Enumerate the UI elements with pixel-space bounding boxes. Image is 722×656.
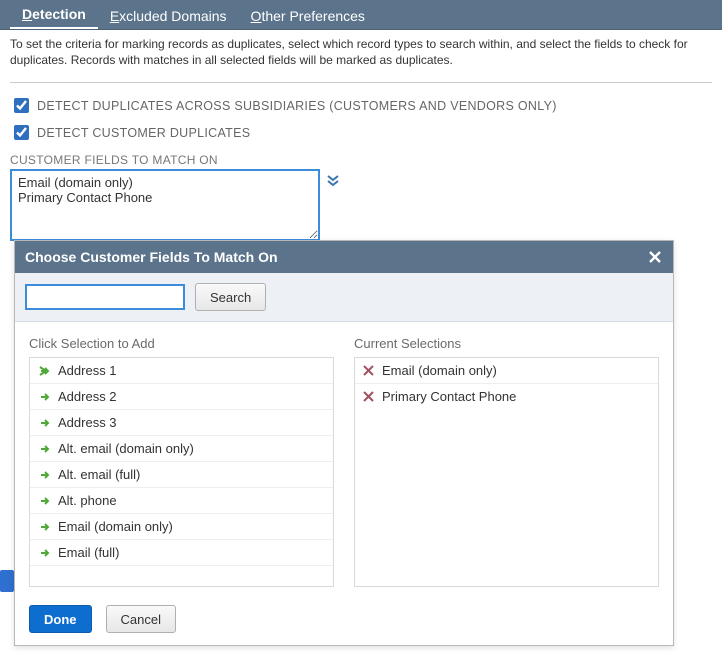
divider [10, 82, 712, 83]
list-item[interactable]: Address 2 [30, 384, 333, 410]
list-item-label: Alt. email (full) [58, 467, 140, 482]
selected-header: Current Selections [354, 336, 659, 351]
arrow-right-icon [38, 495, 50, 507]
available-list-scroll[interactable]: Address 1 Address 2 Address 3 Alt. email… [30, 358, 333, 586]
done-button[interactable]: Done [29, 605, 92, 633]
list-item-label: Address 1 [58, 363, 117, 378]
list-item[interactable]: Alt. email (domain only) [30, 436, 333, 462]
search-input[interactable] [25, 284, 185, 310]
list-item-label: Alt. email (domain only) [58, 441, 194, 456]
match-fields-textarea[interactable]: Email (domain only) Primary Contact Phon… [10, 169, 320, 241]
available-header: Click Selection to Add [29, 336, 334, 351]
list-item[interactable]: Primary Contact Phone [355, 384, 658, 409]
cancel-button[interactable]: Cancel [106, 605, 176, 633]
detect-customer-checkbox[interactable] [14, 125, 29, 140]
description-text: To set the criteria for marking records … [0, 30, 722, 70]
choose-fields-modal: Choose Customer Fields To Match On Searc… [14, 240, 674, 646]
match-on-label: CUSTOMER FIELDS TO MATCH ON [0, 147, 722, 169]
detect-subsidiaries-checkbox[interactable] [14, 98, 29, 113]
search-button[interactable]: Search [195, 283, 266, 311]
arrow-right-icon [38, 391, 50, 403]
available-list: Address 1 Address 2 Address 3 Alt. email… [29, 357, 334, 587]
expand-chevrons-icon[interactable] [326, 173, 340, 187]
arrow-right-icon [38, 443, 50, 455]
remove-x-icon [363, 391, 374, 402]
list-item[interactable]: Alt. phone [30, 488, 333, 514]
arrow-right-icon [38, 521, 50, 533]
tab-bar: Detection Excluded Domains Other Prefere… [0, 0, 722, 30]
close-icon[interactable] [647, 249, 663, 265]
list-item[interactable]: Email (domain only) [355, 358, 658, 384]
list-item-label: Alt. phone [58, 493, 117, 508]
list-item[interactable]: Address 1 [30, 358, 333, 384]
list-item-label: Address 3 [58, 415, 117, 430]
list-item-label: Email (domain only) [382, 363, 497, 378]
tab-excluded-domains[interactable]: Excluded Domains [98, 2, 239, 29]
left-edge-handle[interactable] [0, 570, 14, 592]
arrow-right-icon [38, 547, 50, 559]
list-item[interactable] [30, 566, 333, 584]
list-item-label: Email (full) [58, 545, 119, 560]
tab-detection[interactable]: Detection [10, 0, 98, 29]
list-item[interactable]: Email (full) [30, 540, 333, 566]
list-item-label: Address 2 [58, 389, 117, 404]
list-item[interactable]: Email (domain only) [30, 514, 333, 540]
detect-customer-label: DETECT CUSTOMER DUPLICATES [37, 126, 250, 140]
list-item-label: Email (domain only) [58, 519, 173, 534]
list-item[interactable]: Address 3 [30, 410, 333, 436]
remove-x-icon [363, 365, 374, 376]
list-item[interactable]: Alt. email (full) [30, 462, 333, 488]
tab-other-preferences[interactable]: Other Preferences [239, 2, 377, 29]
modal-title-text: Choose Customer Fields To Match On [25, 249, 278, 265]
arrow-right-icon [38, 469, 50, 481]
detect-subsidiaries-label: DETECT DUPLICATES ACROSS SUBSIDIARIES (C… [37, 99, 557, 113]
list-item-label: Primary Contact Phone [382, 389, 516, 404]
arrow-right-icon [38, 365, 50, 377]
selected-list: Email (domain only) Primary Contact Phon… [354, 357, 659, 587]
arrow-right-icon [38, 417, 50, 429]
